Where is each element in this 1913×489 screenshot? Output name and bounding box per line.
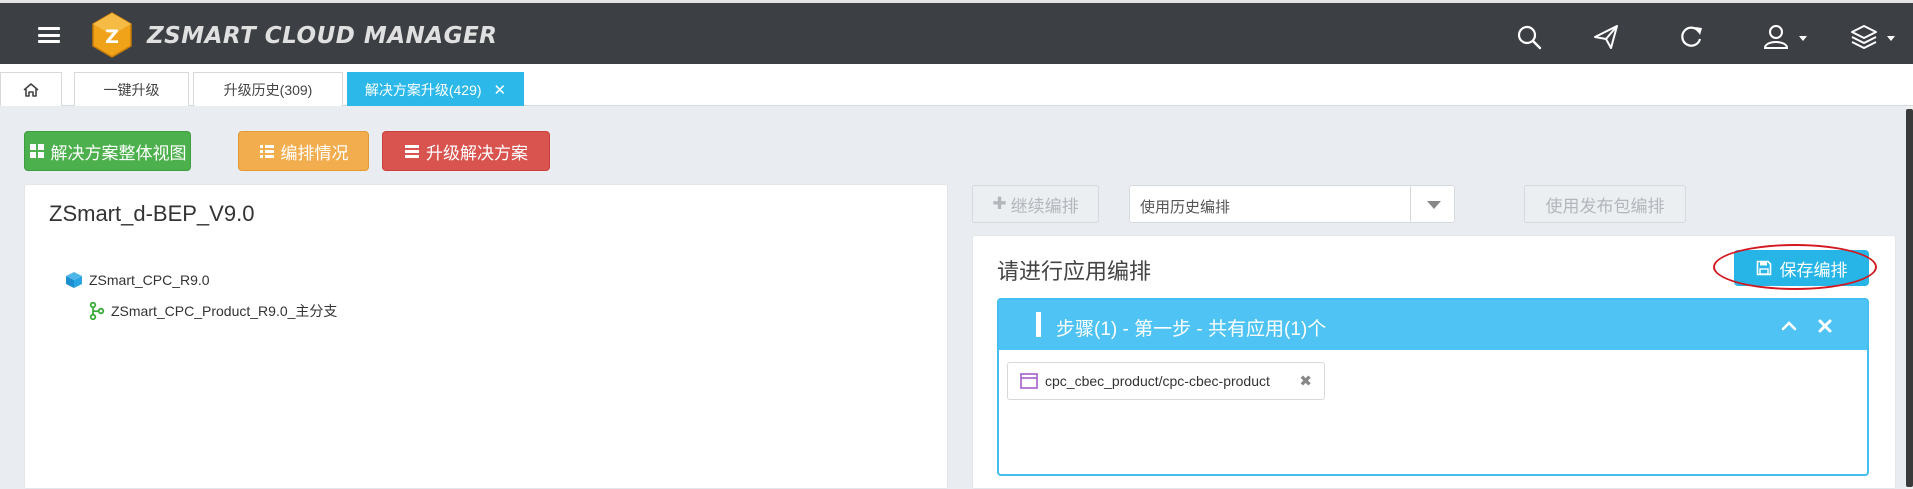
tree-node-label: ZSmart_CPC_Product_R9.0_主分支 [111, 303, 338, 319]
home-icon [23, 82, 39, 97]
logo-letter: Z [105, 26, 119, 48]
cube-icon [66, 272, 82, 288]
plus-icon: ✚ [992, 194, 1007, 213]
remove-app-icon[interactable]: ✖ [1299, 372, 1312, 390]
step-title: 步骤(1) - 第一步 - 共有应用(1)个 [1056, 319, 1327, 340]
app-brand-title: ZSMART CLOUD MANAGER [147, 23, 498, 49]
tree-node-cpc[interactable]: ZSmart_CPC_R9.0 [65, 271, 210, 289]
close-step-icon[interactable] [1815, 316, 1835, 336]
tab-solution-upgrade[interactable]: 解决方案升级(429) ✕ [347, 72, 524, 106]
button-label: 升级解决方案 [426, 143, 528, 163]
tab-bar: 一键升级 升级历史(309) 解决方案升级(429) ✕ [0, 64, 1913, 106]
list-icon [259, 145, 274, 158]
tab-close-icon[interactable]: ✕ [494, 81, 507, 99]
continue-orchestration-button[interactable]: ✚ 继续编排 [972, 185, 1099, 223]
tab-label: 一键升级 [103, 81, 160, 98]
tab-upgrade-history[interactable]: 升级历史(309) [193, 72, 343, 106]
history-orchestration-select[interactable]: 使用历史编排 [1129, 185, 1455, 223]
collapse-chevron-up-icon[interactable] [1779, 316, 1799, 336]
server-icon [405, 145, 419, 158]
button-label: 解决方案整体视图 [50, 143, 187, 163]
layers-icon[interactable] [1850, 23, 1878, 51]
top-navbar: Z ZSMART CLOUD MANAGER [0, 0, 1913, 64]
tree-node-cpc-product-branch[interactable]: ZSmart_CPC_Product_R9.0_主分支 [89, 301, 337, 321]
tab-home[interactable] [0, 72, 62, 106]
publish-package-orchestration-button[interactable]: 使用发布包编排 [1524, 185, 1686, 223]
tree-node-label: ZSmart_CPC_R9.0 [89, 272, 210, 288]
tab-one-click-upgrade[interactable]: 一键升级 [74, 72, 189, 106]
save-icon [1756, 260, 1771, 276]
save-orchestration-button[interactable]: 保存编排 [1734, 250, 1869, 286]
layers-dropdown-caret-icon[interactable] [1887, 36, 1895, 41]
user-dropdown-caret-icon[interactable] [1799, 36, 1807, 41]
solution-overview-button[interactable]: 解决方案整体视图 [24, 131, 191, 171]
menu-icon[interactable] [38, 27, 60, 43]
chevron-down-icon[interactable] [1410, 186, 1454, 222]
orchestration-title: 请进行应用编排 [997, 259, 1152, 284]
scrollbar-thumb[interactable] [1906, 109, 1913, 487]
step-marker [1036, 312, 1041, 337]
tab-label: 升级历史(309) [223, 81, 313, 98]
orchestration-panel: 请进行应用编排 保存编排 步骤(1) - 第一步 - 共有应用(1)个 cpc_… [972, 235, 1896, 489]
app-logo: Z [91, 12, 133, 58]
refresh-icon[interactable] [1677, 23, 1705, 51]
user-icon[interactable] [1762, 23, 1790, 51]
send-icon[interactable] [1592, 23, 1620, 51]
solution-title: ZSmart_d-BEP_V9.0 [49, 201, 255, 226]
select-placeholder: 使用历史编排 [1140, 199, 1231, 216]
upgrade-solution-button[interactable]: 升级解决方案 [382, 131, 550, 171]
orchestration-status-button[interactable]: 编排情况 [238, 131, 369, 171]
solution-tree-panel: ZSmart_d-BEP_V9.0 ZSmart_CPC_R9.0 ZSmart… [24, 184, 948, 489]
window-icon [1020, 373, 1038, 389]
button-label: 保存编排 [1779, 260, 1848, 280]
page-scrollbar[interactable] [1906, 106, 1913, 489]
branch-icon [89, 302, 105, 320]
app-chip[interactable]: cpc_cbec_product/cpc-cbec-product ✖ [1007, 362, 1325, 400]
tab-label: 解决方案升级(429) [364, 81, 482, 98]
button-label: 编排情况 [280, 143, 349, 163]
button-label: 使用发布包编排 [1545, 196, 1665, 216]
app-chip-label: cpc_cbec_product/cpc-cbec-product [1045, 373, 1270, 389]
button-label: 继续编排 [1010, 196, 1079, 216]
step-header: 步骤(1) - 第一步 - 共有应用(1)个 [999, 300, 1867, 350]
search-icon[interactable] [1515, 23, 1543, 51]
step-card: 步骤(1) - 第一步 - 共有应用(1)个 cpc_cbec_product/… [997, 298, 1869, 476]
grid-icon [29, 144, 44, 158]
